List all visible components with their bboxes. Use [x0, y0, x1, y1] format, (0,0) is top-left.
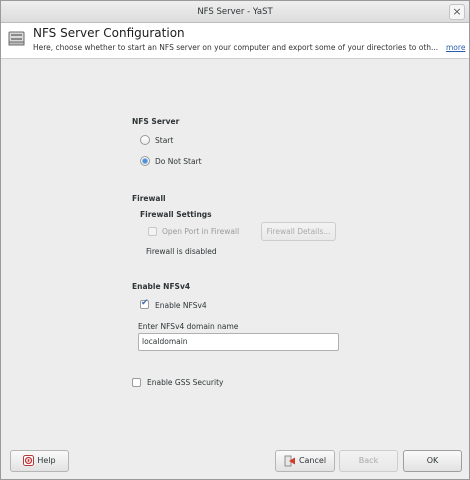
dialog-header: NFS Server Configuration Here, choose wh… — [1, 23, 469, 59]
firewall-status-text: Firewall is disabled — [146, 247, 217, 256]
close-icon: × — [452, 5, 462, 18]
page-description: Here, choose whether to start an NFS ser… — [33, 43, 439, 52]
help-button[interactable]: Help — [10, 450, 69, 472]
ok-button[interactable]: OK — [403, 450, 462, 472]
window-titlebar[interactable]: NFS Server - YaST × — [1, 1, 469, 23]
firewall-details-button[interactable]: Firewall Details... — [261, 222, 336, 241]
firewall-section-title: Firewall — [132, 194, 166, 203]
radio-start[interactable] — [140, 135, 150, 145]
window-close-button[interactable]: × — [449, 4, 465, 20]
enable-nfsv4-checkbox[interactable] — [140, 298, 149, 309]
radio-do-not-start[interactable] — [140, 156, 150, 166]
nfsv4-domain-label: Enter NFSv4 domain name — [138, 322, 239, 331]
help-label: Help — [37, 456, 56, 465]
yast-window: NFS Server - YaST × NFS Server Configura… — [0, 0, 470, 480]
window-title: NFS Server - YaST — [197, 7, 273, 17]
cancel-icon — [284, 455, 295, 466]
cancel-button[interactable]: Cancel — [275, 450, 335, 472]
more-link[interactable]: more — [446, 43, 465, 52]
enable-nfsv4-label[interactable]: Enable NFSv4 — [155, 301, 207, 310]
cancel-label: Cancel — [298, 456, 327, 465]
gss-security-checkbox[interactable] — [132, 378, 141, 387]
dialog-content: NFS Server Start Do Not Start Firewall F… — [1, 59, 469, 441]
page-title: NFS Server Configuration — [33, 26, 185, 40]
firewall-settings-title: Firewall Settings — [140, 210, 212, 219]
gss-security-label[interactable]: Enable GSS Security — [147, 378, 223, 387]
nfs-server-section-title: NFS Server — [132, 117, 180, 126]
open-port-label: Open Port in Firewall — [162, 227, 240, 236]
nfs-server-icon — [8, 31, 25, 46]
nfsv4-section-title: Enable NFSv4 — [132, 282, 191, 291]
radio-do-not-start-label[interactable]: Do Not Start — [155, 157, 202, 166]
radio-start-label[interactable]: Start — [155, 136, 173, 145]
nfsv4-domain-input[interactable]: localdomain — [138, 333, 339, 351]
open-port-checkbox[interactable] — [148, 227, 157, 236]
back-button[interactable]: Back — [339, 450, 398, 472]
help-icon — [23, 455, 35, 466]
